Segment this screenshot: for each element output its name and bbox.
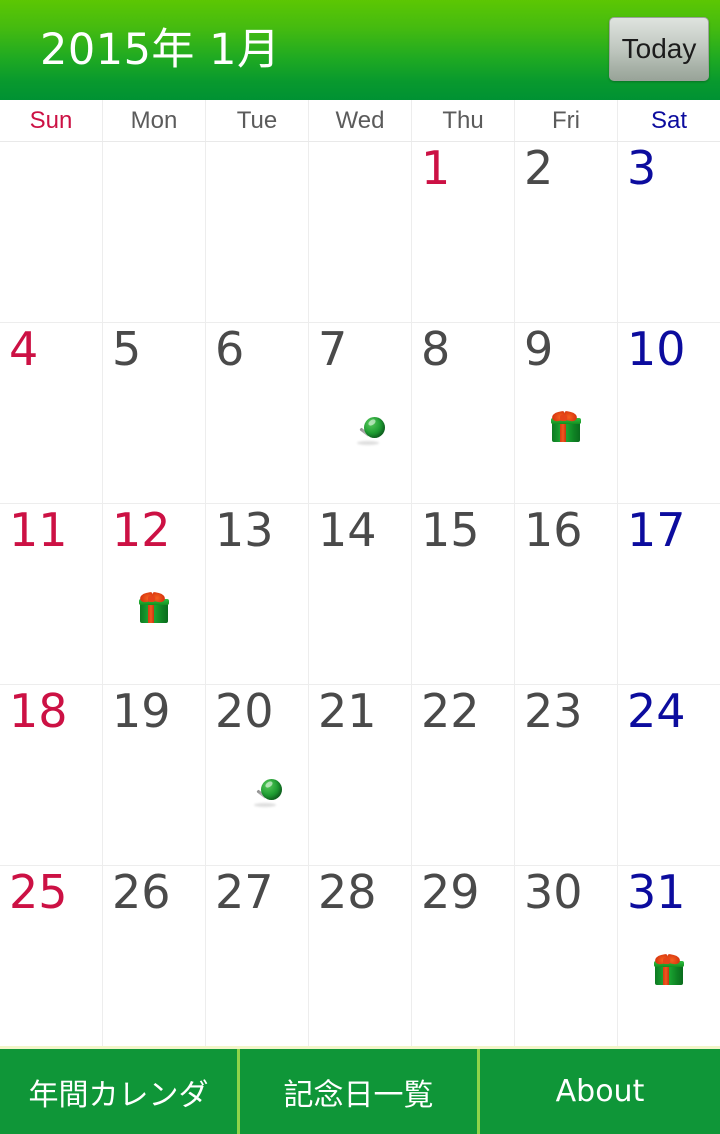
day-number: 12 [112,504,171,557]
day-number: 7 [318,323,348,376]
calendar-app: 2015年 1月 Today Sun Mon Tue Wed Thu Fri Sat 123… [0,0,720,1134]
day-cell-20[interactable]: 20 [206,685,309,865]
day-cell-10[interactable]: 10 [618,323,720,503]
nav-item-anniversary-list[interactable]: 記念日一覧 [240,1049,480,1134]
day-number: 30 [524,866,583,919]
day-cell-15[interactable]: 15 [412,504,515,684]
weekday-label-thu: Thu [412,100,515,141]
day-number: 31 [627,866,686,919]
today-button[interactable]: Today [609,17,709,81]
day-number: 18 [9,685,68,738]
weekday-label-sun: Sun [0,100,103,141]
day-cell-6[interactable]: 6 [206,323,309,503]
day-cell-24[interactable]: 24 [618,685,720,865]
day-number: 4 [9,323,39,376]
day-number: 24 [627,685,686,738]
day-cell-9[interactable]: 9 [515,323,618,503]
day-cell-29[interactable]: 29 [412,866,515,1046]
day-number: 9 [524,323,554,376]
nav-item-about[interactable]: About [480,1049,720,1134]
pushpin-icon [356,416,390,450]
day-number: 2 [524,142,554,195]
day-number: 16 [524,504,583,557]
day-cell-empty [309,142,412,322]
gift-icon [652,953,686,988]
day-cell-18[interactable]: 18 [0,685,103,865]
weekday-label-fri: Fri [515,100,618,141]
day-cell-19[interactable]: 19 [103,685,206,865]
day-cell-22[interactable]: 22 [412,685,515,865]
day-cell-21[interactable]: 21 [309,685,412,865]
day-number: 27 [215,866,274,919]
day-number: 14 [318,504,377,557]
weekday-header-row: Sun Mon Tue Wed Thu Fri Sat [0,100,720,142]
day-number: 19 [112,685,171,738]
day-cell-30[interactable]: 30 [515,866,618,1046]
day-number: 8 [421,323,451,376]
day-cell-empty [0,142,103,322]
day-cell-5[interactable]: 5 [103,323,206,503]
day-number: 13 [215,504,274,557]
day-cell-14[interactable]: 14 [309,504,412,684]
pushpin-icon [253,778,287,812]
day-number: 15 [421,504,480,557]
day-cell-26[interactable]: 26 [103,866,206,1046]
day-number: 10 [627,323,686,376]
day-cell-16[interactable]: 16 [515,504,618,684]
weekday-label-wed: Wed [309,100,412,141]
day-cell-11[interactable]: 11 [0,504,103,684]
day-cell-28[interactable]: 28 [309,866,412,1046]
week-row: 11 12 13 14 15 16 17 [0,504,720,685]
page-title: 2015年 1月 [40,24,281,75]
week-row: 25 26 27 28 29 30 31 [0,866,720,1046]
gift-icon [549,410,583,445]
day-cell-7[interactable]: 7 [309,323,412,503]
day-number: 29 [421,866,480,919]
day-cell-23[interactable]: 23 [515,685,618,865]
nav-item-yearly-calendar[interactable]: 年間カレンダ [0,1049,240,1134]
day-number: 25 [9,866,68,919]
day-number: 26 [112,866,171,919]
day-number: 22 [421,685,480,738]
day-number: 3 [627,142,657,195]
day-number: 5 [112,323,142,376]
weekday-label-mon: Mon [103,100,206,141]
day-cell-empty [103,142,206,322]
day-cell-1[interactable]: 1 [412,142,515,322]
day-cell-empty [206,142,309,322]
day-number: 23 [524,685,583,738]
bottom-nav-bar: 年間カレンダ 記念日一覧 About [0,1046,720,1134]
day-cell-13[interactable]: 13 [206,504,309,684]
weekday-label-sat: Sat [650,106,688,134]
day-number: 20 [215,685,274,738]
app-header: 2015年 1月 Today [0,0,720,100]
day-cell-4[interactable]: 4 [0,323,103,503]
day-cell-17[interactable]: 17 [618,504,720,684]
day-cell-27[interactable]: 27 [206,866,309,1046]
day-number: 11 [9,504,68,557]
day-number: 17 [627,504,686,557]
day-number: 21 [318,685,377,738]
week-row: 1 2 3 [0,142,720,323]
day-cell-31[interactable]: 31 [618,866,720,1046]
day-cell-3[interactable]: 3 [618,142,720,322]
day-cell-25[interactable]: 25 [0,866,103,1046]
calendar-grid: 1 2 3 4 5 6 7 8 9 10 11 12 13 14 15 16 17 18 19 20 21 22 23 24 2… [0,142,720,1046]
gift-icon [137,591,171,626]
week-row: 4 5 6 7 8 9 10 [0,323,720,504]
weekday-label-tue: Tue [206,100,309,141]
day-number: 6 [215,323,245,376]
day-cell-2[interactable]: 2 [515,142,618,322]
week-row: 18 19 20 21 22 23 24 [0,685,720,866]
day-number: 1 [421,142,451,195]
day-number: 28 [318,866,377,919]
day-cell-12[interactable]: 12 [103,504,206,684]
day-cell-8[interactable]: 8 [412,323,515,503]
